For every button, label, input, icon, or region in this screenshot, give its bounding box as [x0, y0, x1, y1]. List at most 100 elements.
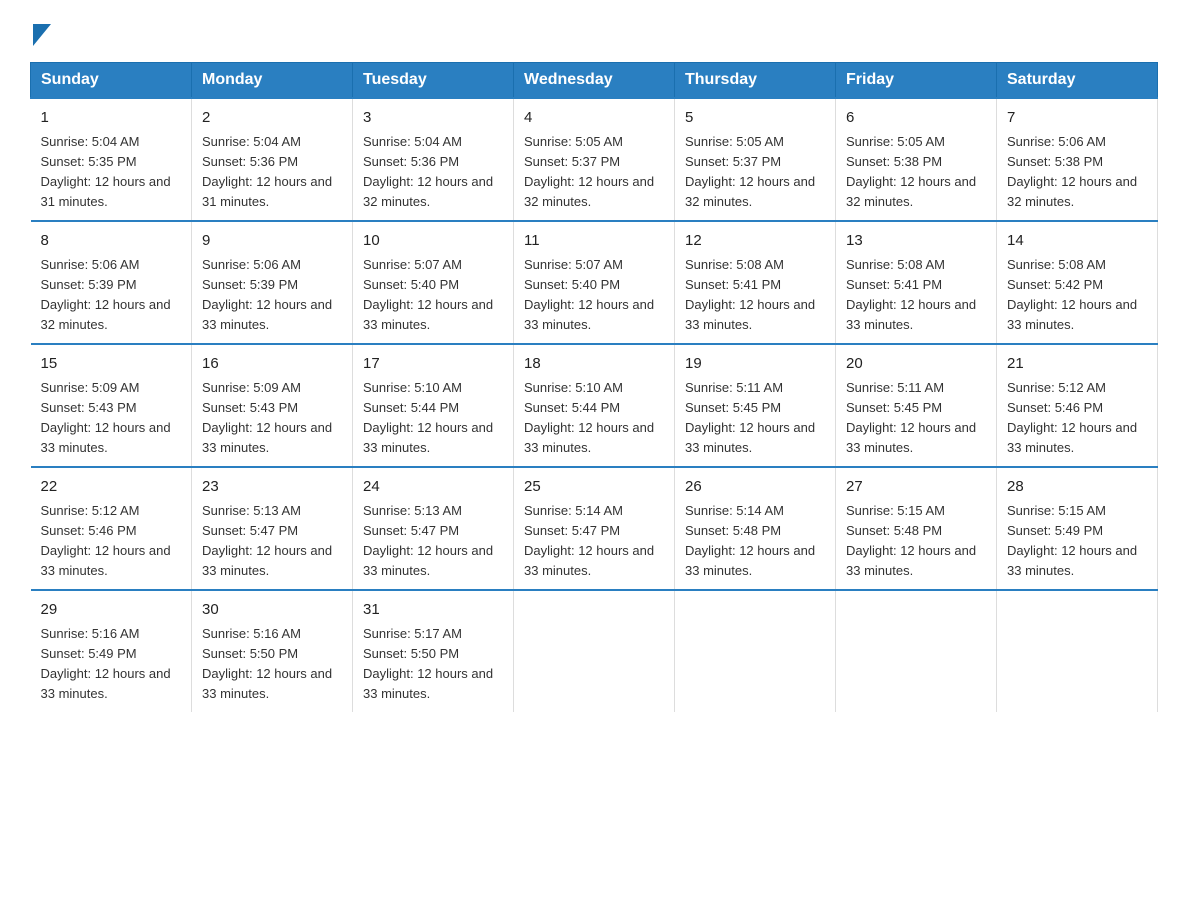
day-number: 25: [524, 476, 664, 499]
day-info: Sunrise: 5:09 AMSunset: 5:43 PMDaylight:…: [202, 378, 342, 459]
calendar-header-row: SundayMondayTuesdayWednesdayThursdayFrid…: [31, 63, 1158, 99]
day-cell-15: 15Sunrise: 5:09 AMSunset: 5:43 PMDayligh…: [31, 344, 192, 467]
header-monday: Monday: [192, 63, 353, 99]
day-cell-23: 23Sunrise: 5:13 AMSunset: 5:47 PMDayligh…: [192, 467, 353, 590]
day-number: 11: [524, 230, 664, 253]
day-info: Sunrise: 5:14 AMSunset: 5:47 PMDaylight:…: [524, 501, 664, 582]
day-number: 5: [685, 107, 825, 130]
day-number: 12: [685, 230, 825, 253]
week-row-5: 29Sunrise: 5:16 AMSunset: 5:49 PMDayligh…: [31, 590, 1158, 712]
day-cell-2: 2Sunrise: 5:04 AMSunset: 5:36 PMDaylight…: [192, 98, 353, 221]
logo-triangle-icon: [33, 24, 51, 46]
day-number: 29: [41, 599, 182, 622]
page-header: [30, 20, 1158, 42]
day-cell-12: 12Sunrise: 5:08 AMSunset: 5:41 PMDayligh…: [675, 221, 836, 344]
empty-cell: [997, 590, 1158, 712]
day-number: 6: [846, 107, 986, 130]
day-number: 9: [202, 230, 342, 253]
day-cell-13: 13Sunrise: 5:08 AMSunset: 5:41 PMDayligh…: [836, 221, 997, 344]
day-info: Sunrise: 5:09 AMSunset: 5:43 PMDaylight:…: [41, 378, 182, 459]
day-info: Sunrise: 5:05 AMSunset: 5:37 PMDaylight:…: [685, 132, 825, 213]
header-wednesday: Wednesday: [514, 63, 675, 99]
header-friday: Friday: [836, 63, 997, 99]
day-cell-5: 5Sunrise: 5:05 AMSunset: 5:37 PMDaylight…: [675, 98, 836, 221]
day-cell-20: 20Sunrise: 5:11 AMSunset: 5:45 PMDayligh…: [836, 344, 997, 467]
day-info: Sunrise: 5:08 AMSunset: 5:42 PMDaylight:…: [1007, 255, 1147, 336]
day-info: Sunrise: 5:10 AMSunset: 5:44 PMDaylight:…: [524, 378, 664, 459]
day-info: Sunrise: 5:15 AMSunset: 5:49 PMDaylight:…: [1007, 501, 1147, 582]
day-number: 16: [202, 353, 342, 376]
empty-cell: [836, 590, 997, 712]
day-cell-4: 4Sunrise: 5:05 AMSunset: 5:37 PMDaylight…: [514, 98, 675, 221]
day-cell-11: 11Sunrise: 5:07 AMSunset: 5:40 PMDayligh…: [514, 221, 675, 344]
day-info: Sunrise: 5:11 AMSunset: 5:45 PMDaylight:…: [846, 378, 986, 459]
day-info: Sunrise: 5:16 AMSunset: 5:50 PMDaylight:…: [202, 624, 342, 705]
day-number: 2: [202, 107, 342, 130]
day-cell-1: 1Sunrise: 5:04 AMSunset: 5:35 PMDaylight…: [31, 98, 192, 221]
day-number: 1: [41, 107, 182, 130]
day-number: 20: [846, 353, 986, 376]
day-number: 19: [685, 353, 825, 376]
day-cell-17: 17Sunrise: 5:10 AMSunset: 5:44 PMDayligh…: [353, 344, 514, 467]
day-info: Sunrise: 5:12 AMSunset: 5:46 PMDaylight:…: [41, 501, 182, 582]
day-cell-29: 29Sunrise: 5:16 AMSunset: 5:49 PMDayligh…: [31, 590, 192, 712]
day-cell-26: 26Sunrise: 5:14 AMSunset: 5:48 PMDayligh…: [675, 467, 836, 590]
day-number: 18: [524, 353, 664, 376]
day-number: 4: [524, 107, 664, 130]
day-number: 7: [1007, 107, 1147, 130]
day-info: Sunrise: 5:04 AMSunset: 5:36 PMDaylight:…: [363, 132, 503, 213]
day-cell-31: 31Sunrise: 5:17 AMSunset: 5:50 PMDayligh…: [353, 590, 514, 712]
day-cell-10: 10Sunrise: 5:07 AMSunset: 5:40 PMDayligh…: [353, 221, 514, 344]
day-info: Sunrise: 5:14 AMSunset: 5:48 PMDaylight:…: [685, 501, 825, 582]
day-cell-21: 21Sunrise: 5:12 AMSunset: 5:46 PMDayligh…: [997, 344, 1158, 467]
day-cell-27: 27Sunrise: 5:15 AMSunset: 5:48 PMDayligh…: [836, 467, 997, 590]
day-cell-22: 22Sunrise: 5:12 AMSunset: 5:46 PMDayligh…: [31, 467, 192, 590]
calendar-table: SundayMondayTuesdayWednesdayThursdayFrid…: [30, 62, 1158, 712]
day-cell-14: 14Sunrise: 5:08 AMSunset: 5:42 PMDayligh…: [997, 221, 1158, 344]
day-number: 10: [363, 230, 503, 253]
day-cell-7: 7Sunrise: 5:06 AMSunset: 5:38 PMDaylight…: [997, 98, 1158, 221]
day-number: 24: [363, 476, 503, 499]
day-number: 17: [363, 353, 503, 376]
empty-cell: [514, 590, 675, 712]
day-info: Sunrise: 5:15 AMSunset: 5:48 PMDaylight:…: [846, 501, 986, 582]
week-row-2: 8Sunrise: 5:06 AMSunset: 5:39 PMDaylight…: [31, 221, 1158, 344]
day-number: 8: [41, 230, 182, 253]
day-info: Sunrise: 5:13 AMSunset: 5:47 PMDaylight:…: [363, 501, 503, 582]
empty-cell: [675, 590, 836, 712]
logo: [30, 20, 51, 42]
day-number: 30: [202, 599, 342, 622]
day-cell-24: 24Sunrise: 5:13 AMSunset: 5:47 PMDayligh…: [353, 467, 514, 590]
header-sunday: Sunday: [31, 63, 192, 99]
week-row-4: 22Sunrise: 5:12 AMSunset: 5:46 PMDayligh…: [31, 467, 1158, 590]
day-info: Sunrise: 5:06 AMSunset: 5:38 PMDaylight:…: [1007, 132, 1147, 213]
day-cell-6: 6Sunrise: 5:05 AMSunset: 5:38 PMDaylight…: [836, 98, 997, 221]
week-row-3: 15Sunrise: 5:09 AMSunset: 5:43 PMDayligh…: [31, 344, 1158, 467]
day-cell-25: 25Sunrise: 5:14 AMSunset: 5:47 PMDayligh…: [514, 467, 675, 590]
day-cell-16: 16Sunrise: 5:09 AMSunset: 5:43 PMDayligh…: [192, 344, 353, 467]
day-cell-3: 3Sunrise: 5:04 AMSunset: 5:36 PMDaylight…: [353, 98, 514, 221]
day-number: 28: [1007, 476, 1147, 499]
day-cell-19: 19Sunrise: 5:11 AMSunset: 5:45 PMDayligh…: [675, 344, 836, 467]
day-number: 3: [363, 107, 503, 130]
day-info: Sunrise: 5:06 AMSunset: 5:39 PMDaylight:…: [41, 255, 182, 336]
day-info: Sunrise: 5:17 AMSunset: 5:50 PMDaylight:…: [363, 624, 503, 705]
day-info: Sunrise: 5:16 AMSunset: 5:49 PMDaylight:…: [41, 624, 182, 705]
day-info: Sunrise: 5:13 AMSunset: 5:47 PMDaylight:…: [202, 501, 342, 582]
header-tuesday: Tuesday: [353, 63, 514, 99]
day-cell-28: 28Sunrise: 5:15 AMSunset: 5:49 PMDayligh…: [997, 467, 1158, 590]
day-number: 31: [363, 599, 503, 622]
day-number: 26: [685, 476, 825, 499]
day-info: Sunrise: 5:08 AMSunset: 5:41 PMDaylight:…: [685, 255, 825, 336]
day-info: Sunrise: 5:04 AMSunset: 5:35 PMDaylight:…: [41, 132, 182, 213]
day-info: Sunrise: 5:04 AMSunset: 5:36 PMDaylight:…: [202, 132, 342, 213]
day-cell-8: 8Sunrise: 5:06 AMSunset: 5:39 PMDaylight…: [31, 221, 192, 344]
day-number: 21: [1007, 353, 1147, 376]
header-thursday: Thursday: [675, 63, 836, 99]
day-info: Sunrise: 5:06 AMSunset: 5:39 PMDaylight:…: [202, 255, 342, 336]
day-info: Sunrise: 5:08 AMSunset: 5:41 PMDaylight:…: [846, 255, 986, 336]
week-row-1: 1Sunrise: 5:04 AMSunset: 5:35 PMDaylight…: [31, 98, 1158, 221]
day-number: 15: [41, 353, 182, 376]
day-number: 13: [846, 230, 986, 253]
day-info: Sunrise: 5:10 AMSunset: 5:44 PMDaylight:…: [363, 378, 503, 459]
